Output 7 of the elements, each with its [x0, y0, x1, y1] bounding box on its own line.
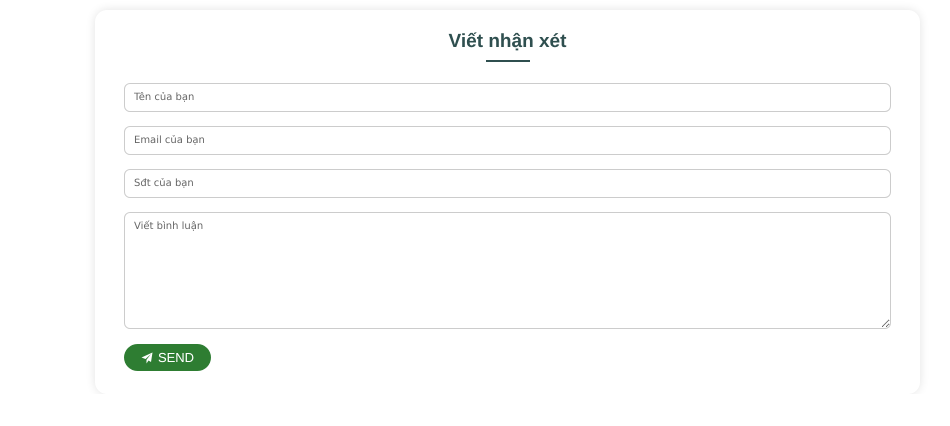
input-field[interactable]: Sđt của bạn — [124, 169, 891, 198]
send-icon — [140, 352, 153, 364]
form-title: Viết nhận xét — [448, 30, 566, 54]
input-field[interactable]: Email của bạn — [124, 126, 891, 155]
send-button[interactable]: SEND — [124, 344, 211, 371]
comment-field[interactable]: Viết bình luận — [124, 212, 891, 329]
input-field[interactable]: Tên của bạn — [124, 83, 891, 112]
